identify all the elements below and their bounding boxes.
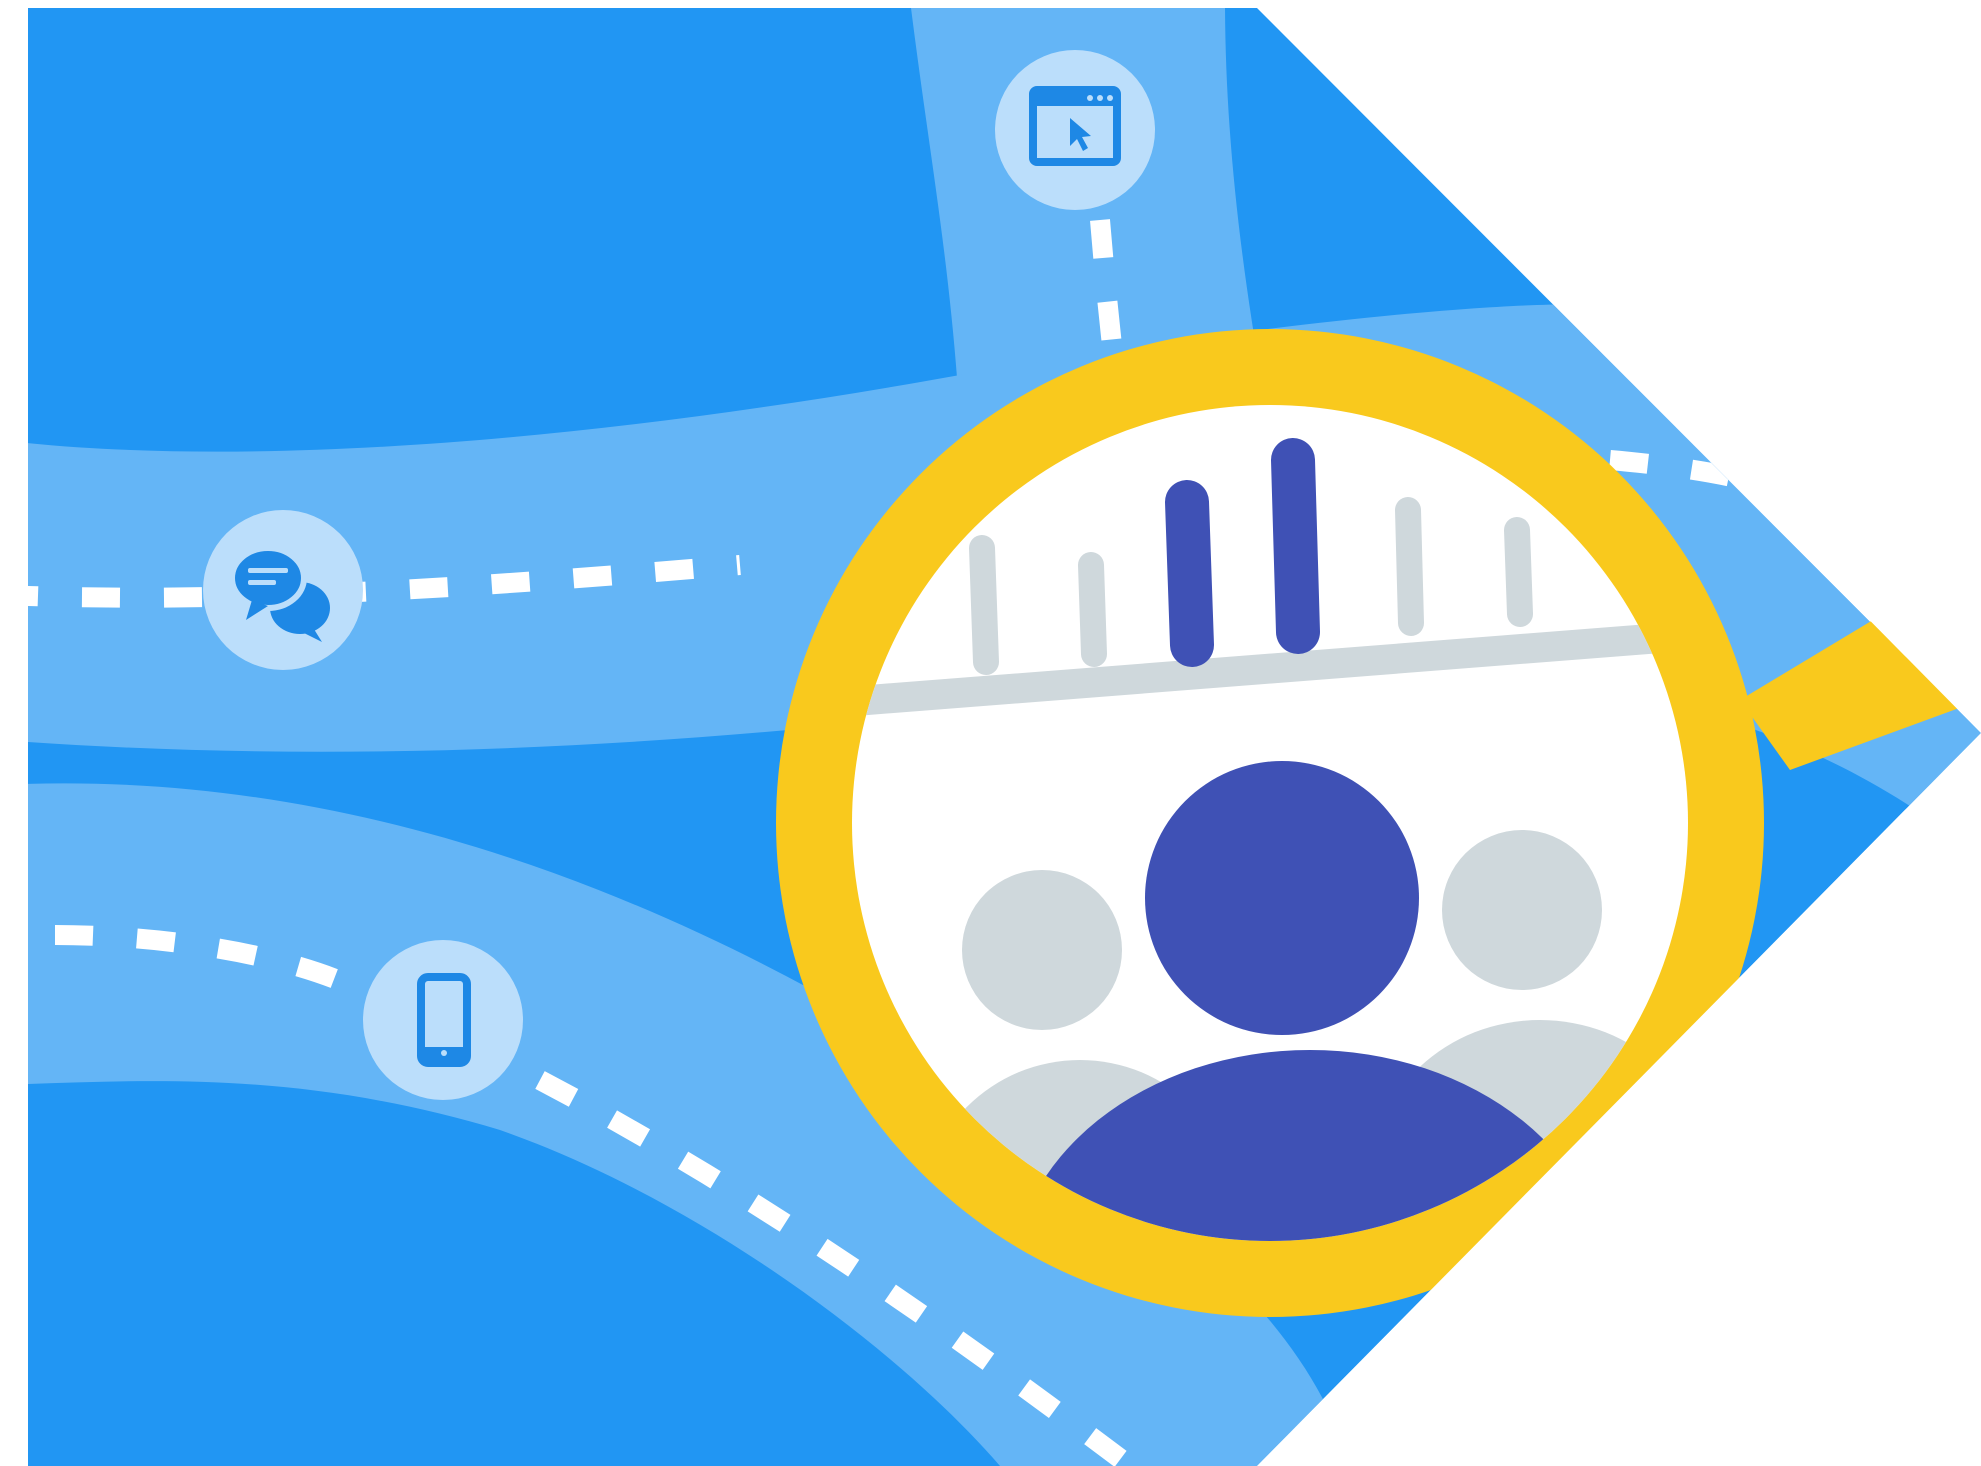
meter-bar xyxy=(1395,497,1424,636)
illustration xyxy=(0,0,1981,1466)
white-left-margin xyxy=(0,0,28,1466)
meter-bar xyxy=(1078,552,1107,667)
node-mobile xyxy=(363,940,523,1100)
node-chat xyxy=(203,510,363,670)
meter-bar xyxy=(969,535,999,675)
person-side-right-head xyxy=(1442,830,1602,990)
person-main-head xyxy=(1145,761,1419,1035)
node-web xyxy=(995,50,1155,210)
meter-bar-highlight xyxy=(1165,480,1214,667)
meter-bar-highlight xyxy=(1271,438,1320,654)
person-side-left-head xyxy=(962,870,1122,1030)
meter-bar xyxy=(1504,517,1533,627)
white-top-margin xyxy=(0,0,1981,8)
